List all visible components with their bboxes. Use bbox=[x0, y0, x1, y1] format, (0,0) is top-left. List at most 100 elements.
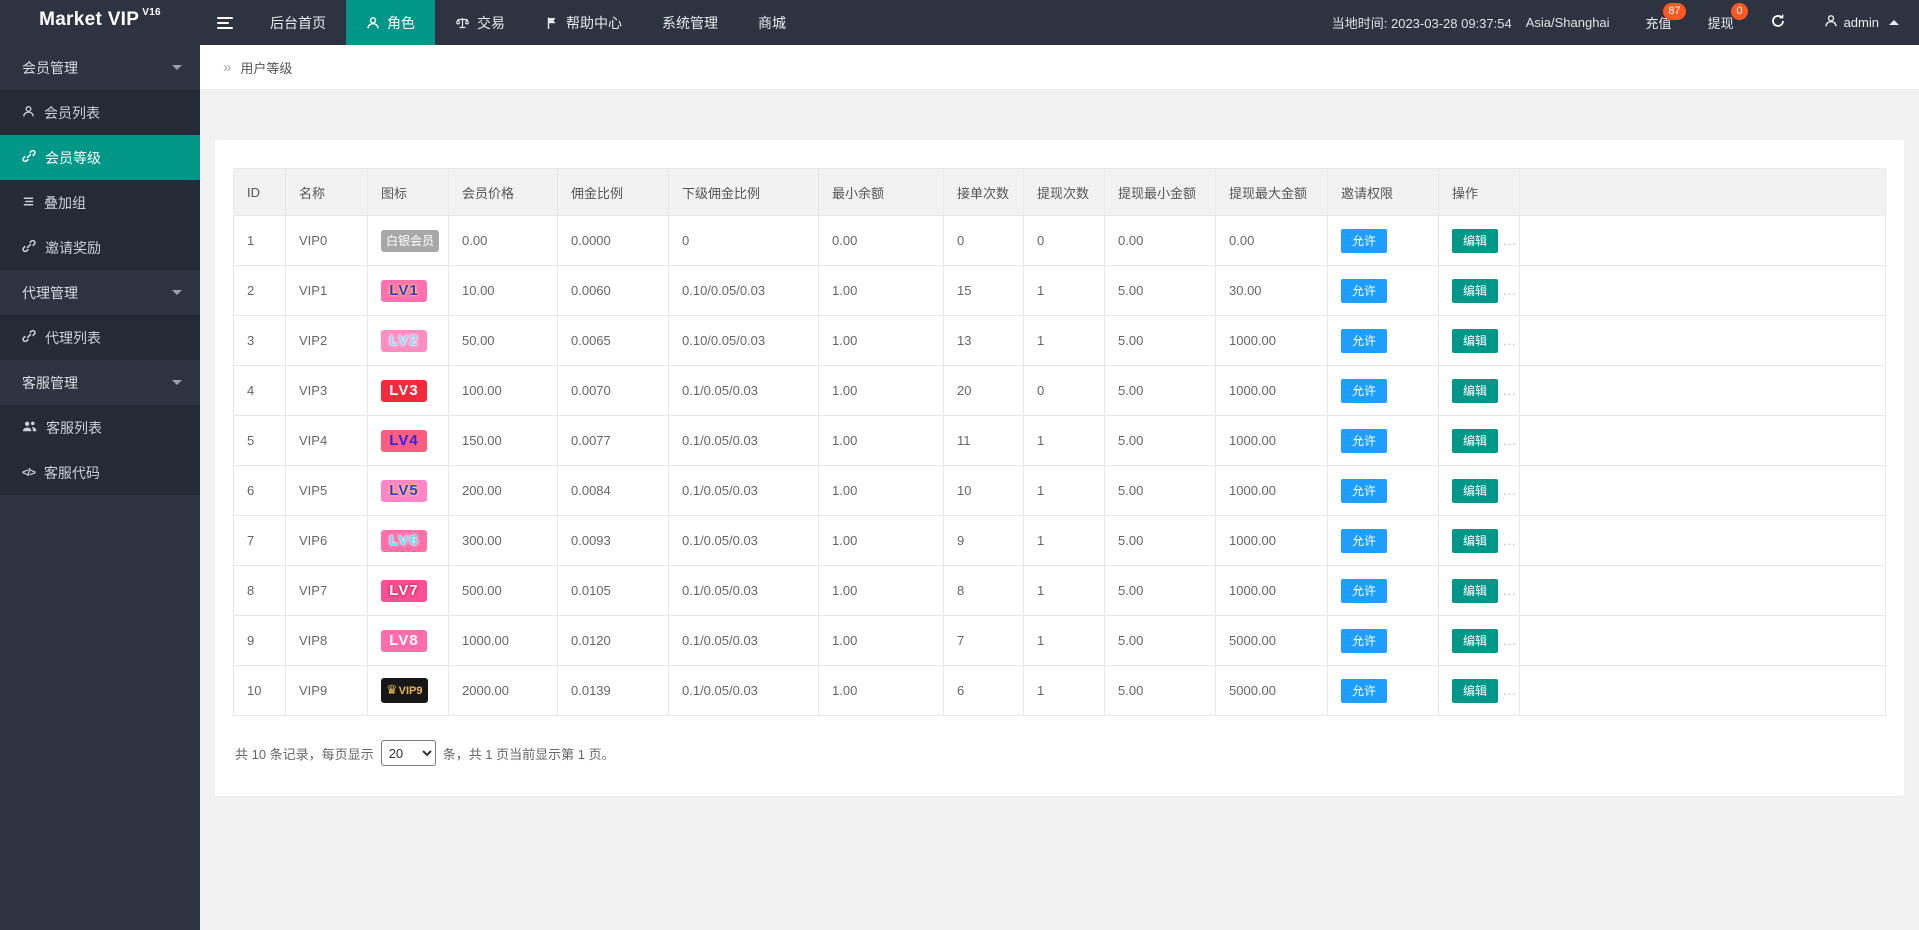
nav-item-trade[interactable]: 交易 bbox=[435, 0, 525, 45]
nav-item-mall[interactable]: 商城 bbox=[738, 0, 806, 45]
per-page-select[interactable]: 20 bbox=[381, 740, 436, 766]
cell-id: 5 bbox=[234, 416, 286, 466]
caret-up-icon bbox=[1889, 20, 1899, 25]
cell-order-count: 20 bbox=[944, 366, 1024, 416]
more-actions-button[interactable]: ... bbox=[1503, 283, 1517, 298]
cell-sub-commission: 0.1/0.05/0.03 bbox=[669, 416, 819, 466]
allow-button[interactable]: 允许 bbox=[1341, 479, 1387, 503]
sidebar-item-support-list[interactable]: 客服列表 bbox=[0, 405, 200, 450]
cell-sub-commission: 0.1/0.05/0.03 bbox=[669, 466, 819, 516]
user-icon bbox=[366, 16, 380, 30]
allow-button[interactable]: 允许 bbox=[1341, 329, 1387, 353]
refresh-button[interactable] bbox=[1752, 0, 1804, 45]
cell-order-count: 9 bbox=[944, 516, 1024, 566]
code-icon: </> bbox=[22, 467, 35, 479]
allow-button[interactable]: 允许 bbox=[1341, 429, 1387, 453]
cell-withdraw-min: 5.00 bbox=[1105, 666, 1216, 716]
cell-sub-commission: 0.10/0.05/0.03 bbox=[669, 316, 819, 366]
allow-button[interactable]: 允许 bbox=[1341, 679, 1387, 703]
more-actions-button[interactable]: ... bbox=[1503, 233, 1517, 248]
edit-button[interactable]: 编辑 bbox=[1452, 229, 1498, 253]
more-actions-button[interactable]: ... bbox=[1503, 533, 1517, 548]
cell-commission: 0.0139 bbox=[558, 666, 669, 716]
nav-item-home[interactable]: 后台首页 bbox=[250, 0, 346, 45]
cell-sub-commission: 0.1/0.05/0.03 bbox=[669, 616, 819, 666]
cell-min-balance: 1.00 bbox=[819, 516, 944, 566]
cell-invite-permission: 允许 bbox=[1328, 616, 1439, 666]
cell-invite-permission: 允许 bbox=[1328, 566, 1439, 616]
column-header-filler bbox=[1520, 169, 1886, 216]
allow-button[interactable]: 允许 bbox=[1341, 529, 1387, 553]
edit-button[interactable]: 编辑 bbox=[1452, 279, 1498, 303]
sidebar-item-invite-reward[interactable]: 邀请奖励 bbox=[0, 225, 200, 270]
nav-item-roles[interactable]: 角色 bbox=[346, 0, 435, 45]
cell-id: 4 bbox=[234, 366, 286, 416]
cell-icon: LV6 bbox=[368, 516, 449, 566]
cell-sub-commission: 0.10/0.05/0.03 bbox=[669, 266, 819, 316]
table-row: 3 VIP2 LV2 50.00 0.0065 0.10/0.05/0.03 1… bbox=[234, 316, 1886, 366]
allow-button[interactable]: 允许 bbox=[1341, 279, 1387, 303]
sidebar-section-member-management[interactable]: 会员管理 bbox=[0, 45, 200, 90]
sidebar-item-member-list[interactable]: 会员列表 bbox=[0, 90, 200, 135]
cell-sub-commission: 0.1/0.05/0.03 bbox=[669, 516, 819, 566]
sidebar-item-stack-group[interactable]: 叠加组 bbox=[0, 180, 200, 225]
topbar-right: 当地时间: 2023-03-28 09:37:54 Asia/Shanghai … bbox=[1314, 0, 1919, 45]
cell-min-balance: 1.00 bbox=[819, 666, 944, 716]
sidebar-section-agent-management[interactable]: 代理管理 bbox=[0, 270, 200, 315]
more-actions-button[interactable]: ... bbox=[1503, 683, 1517, 698]
withdraw-button[interactable]: 提现 0 bbox=[1690, 0, 1752, 45]
edit-button[interactable]: 编辑 bbox=[1452, 529, 1498, 553]
cell-price: 1000.00 bbox=[449, 616, 558, 666]
recharge-button[interactable]: 充值 87 bbox=[1628, 0, 1690, 45]
sidebar-item-support-code[interactable]: </> 客服代码 bbox=[0, 450, 200, 495]
edit-button[interactable]: 编辑 bbox=[1452, 329, 1498, 353]
edit-button[interactable]: 编辑 bbox=[1452, 629, 1498, 653]
nav-item-system[interactable]: 系统管理 bbox=[642, 0, 738, 45]
cell-name: VIP3 bbox=[286, 366, 368, 416]
cell-sub-commission: 0.1/0.05/0.03 bbox=[669, 666, 819, 716]
column-header: 邀请权限 bbox=[1328, 169, 1439, 216]
column-header: ID bbox=[234, 169, 286, 216]
cell-order-count: 8 bbox=[944, 566, 1024, 616]
cell-name: VIP0 bbox=[286, 216, 368, 266]
more-actions-button[interactable]: ... bbox=[1503, 483, 1517, 498]
more-actions-button[interactable]: ... bbox=[1503, 333, 1517, 348]
recharge-count-badge: 87 bbox=[1663, 3, 1685, 20]
column-header: 会员价格 bbox=[449, 169, 558, 216]
cell-icon: LV2 bbox=[368, 316, 449, 366]
sidebar-item-member-level[interactable]: 会员等级 bbox=[0, 135, 200, 180]
allow-button[interactable]: 允许 bbox=[1341, 379, 1387, 403]
allow-button[interactable]: 允许 bbox=[1341, 629, 1387, 653]
sidebar-item-agent-list[interactable]: 代理列表 bbox=[0, 315, 200, 360]
allow-button[interactable]: 允许 bbox=[1341, 579, 1387, 603]
cell-withdraw-count: 1 bbox=[1024, 566, 1105, 616]
cell-order-count: 15 bbox=[944, 266, 1024, 316]
pagination-text-before: 共 10 条记录，每页显示 bbox=[235, 744, 374, 763]
cell-id: 7 bbox=[234, 516, 286, 566]
edit-button[interactable]: 编辑 bbox=[1452, 379, 1498, 403]
cell-name: VIP9 bbox=[286, 666, 368, 716]
more-actions-button[interactable]: ... bbox=[1503, 433, 1517, 448]
user-menu[interactable]: admin bbox=[1804, 0, 1919, 45]
cell-filler bbox=[1520, 666, 1886, 716]
cell-icon: LV4 bbox=[368, 416, 449, 466]
more-actions-button[interactable]: ... bbox=[1503, 583, 1517, 598]
edit-button[interactable]: 编辑 bbox=[1452, 479, 1498, 503]
refresh-icon bbox=[1770, 13, 1786, 32]
edit-button[interactable]: 编辑 bbox=[1452, 679, 1498, 703]
more-actions-button[interactable]: ... bbox=[1503, 633, 1517, 648]
level-badge-icon: LV5 bbox=[381, 480, 427, 502]
allow-button[interactable]: 允许 bbox=[1341, 229, 1387, 253]
edit-button[interactable]: 编辑 bbox=[1452, 429, 1498, 453]
nav-item-help[interactable]: 帮助中心 bbox=[525, 0, 642, 45]
cell-min-balance: 1.00 bbox=[819, 566, 944, 616]
sidebar-toggle-button[interactable] bbox=[200, 0, 250, 45]
cell-filler bbox=[1520, 516, 1886, 566]
more-actions-button[interactable]: ... bbox=[1503, 383, 1517, 398]
sidebar-section-support-management[interactable]: 客服管理 bbox=[0, 360, 200, 405]
cell-actions: 编辑... bbox=[1439, 616, 1520, 666]
cell-name: VIP4 bbox=[286, 416, 368, 466]
cell-id: 1 bbox=[234, 216, 286, 266]
edit-button[interactable]: 编辑 bbox=[1452, 579, 1498, 603]
cell-icon: LV8 bbox=[368, 616, 449, 666]
